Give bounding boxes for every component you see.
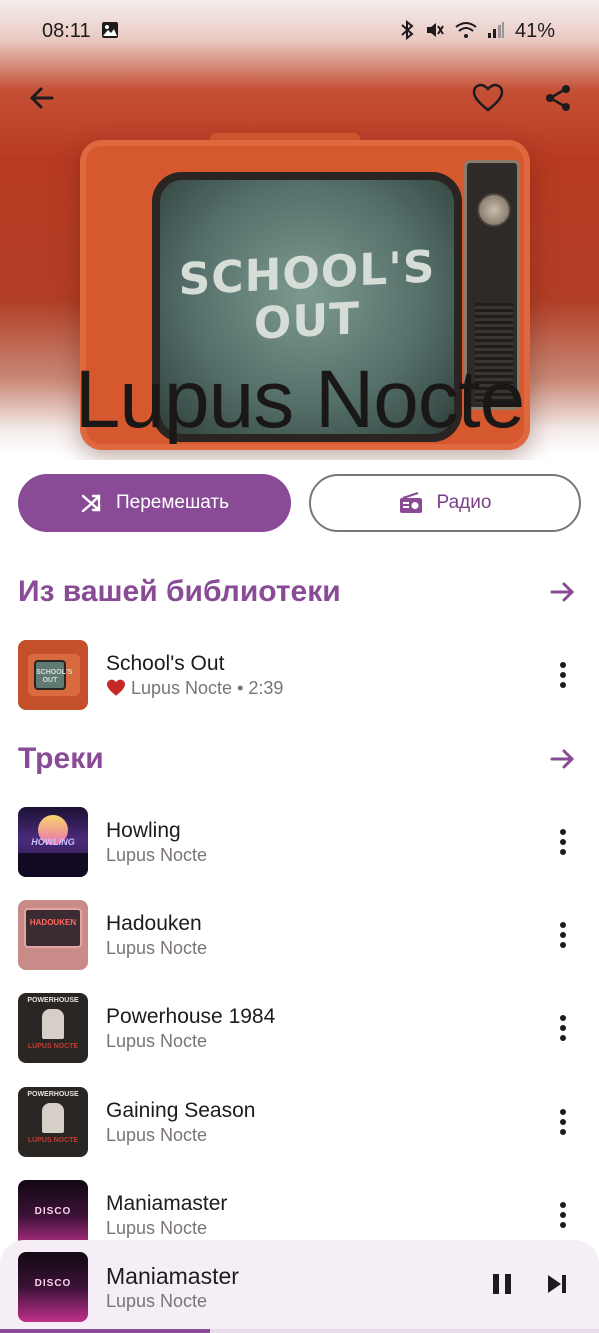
action-buttons: Перемешать Радио	[18, 474, 581, 532]
album-art: POWERHOUSE LUPUS NOCTE	[18, 993, 88, 1063]
more-options-button[interactable]	[545, 1193, 581, 1237]
now-playing-title: Maniamaster	[106, 1262, 239, 1289]
track-artist: Lupus Nocte	[106, 1125, 208, 1145]
track-artist: Lupus Nocte	[106, 938, 208, 958]
track-artist: Lupus Nocte	[106, 1031, 208, 1051]
pause-icon	[493, 1274, 511, 1294]
track-title: School's Out	[106, 652, 225, 675]
album-art: HOWLING	[18, 807, 88, 877]
album-art-text: LUPUS NOCTE	[27, 1043, 79, 1050]
arrow-right-icon	[550, 582, 575, 602]
tv-knob	[477, 193, 511, 227]
tracks-see-all-button[interactable]	[545, 741, 581, 777]
playback-progress-fill	[0, 1329, 210, 1333]
album-art: POWERHOUSE LUPUS NOCTE	[18, 1087, 88, 1157]
now-playing-artist: Lupus Nocte	[106, 1290, 208, 1311]
album-art-text: DISCO	[34, 1277, 72, 1289]
back-button[interactable]	[20, 76, 64, 120]
wifi-icon	[455, 21, 477, 42]
more-vert-icon	[560, 662, 566, 688]
shuffle-button[interactable]: Перемешать	[18, 474, 291, 532]
skip-next-icon	[548, 1275, 566, 1293]
track-title: Hadouken	[106, 912, 202, 935]
more-options-button[interactable]	[545, 653, 581, 697]
list-item[interactable]: SCHOOL'S OUT School's Out Lupus Nocte • …	[18, 640, 581, 710]
radio-button[interactable]: Радио	[309, 474, 581, 532]
more-vert-icon	[560, 1015, 566, 1041]
album-art: SCHOOL'S OUT	[18, 640, 88, 710]
heart-filled-icon	[107, 679, 125, 696]
track-title: Howling	[106, 819, 181, 842]
status-bar: 08:11 41%	[0, 0, 599, 62]
more-options-button[interactable]	[545, 820, 581, 864]
clock: 08:11	[42, 19, 91, 42]
favorite-button[interactable]	[466, 76, 510, 120]
now-playing-art: DISCO	[18, 1251, 88, 1322]
artist-name: Lupus Nocte	[74, 354, 525, 445]
album-art-text: POWERHOUSE	[27, 997, 79, 1004]
cover-text: SCHOOL'S OUT	[178, 241, 436, 350]
library-see-all-button[interactable]	[545, 574, 581, 610]
track-artist: Lupus Nocte	[106, 1218, 208, 1238]
more-options-button[interactable]	[545, 1100, 581, 1144]
track-title: Powerhouse 1984	[106, 1005, 276, 1028]
track-title: Gaining Season	[106, 1099, 256, 1122]
arrow-left-icon	[29, 87, 54, 109]
more-vert-icon	[560, 1202, 566, 1228]
tracks-section-title: Треки	[18, 742, 104, 775]
list-item[interactable]: HADOUKEN Hadouken Lupus Nocte	[18, 900, 581, 970]
radio-label: Радио	[436, 492, 492, 513]
album-art-text: POWERHOUSE	[27, 1091, 79, 1098]
album-art: HADOUKEN	[18, 900, 88, 970]
artist-header: SCHOOL'S OUT 08:11 41% Lupus Nocte	[0, 0, 599, 460]
share-button[interactable]	[536, 76, 580, 120]
more-options-button[interactable]	[545, 1006, 581, 1050]
battery-level: 41%	[514, 19, 555, 42]
library-section-header: Из вашей библиотеки	[18, 570, 581, 614]
heart-outline-icon	[472, 83, 504, 112]
track-title: Maniamaster	[106, 1192, 228, 1215]
mute-icon	[425, 20, 445, 43]
tracks-section-header: Треки	[18, 737, 581, 781]
bluetooth-icon	[399, 19, 415, 43]
more-vert-icon	[560, 829, 566, 855]
next-button[interactable]	[545, 1272, 569, 1301]
album-art-text: LUPUS NOCTE	[27, 1137, 79, 1144]
gallery-notification-icon	[101, 21, 119, 42]
library-section-title: Из вашей библиотеки	[18, 575, 341, 608]
list-item[interactable]: POWERHOUSE LUPUS NOCTE Powerhouse 1984 L…	[18, 993, 581, 1063]
track-artist: Lupus Nocte	[131, 678, 233, 698]
mini-player[interactable]: DISCO Maniamaster Lupus Nocte	[0, 1240, 599, 1333]
album-art-text: DISCO	[34, 1206, 72, 1217]
track-artist: Lupus Nocte	[106, 845, 208, 865]
arrow-right-icon	[550, 749, 575, 769]
more-vert-icon	[560, 922, 566, 948]
list-item[interactable]: HOWLING Howling Lupus Nocte	[18, 807, 581, 877]
album-art-text: HOWLING	[31, 837, 75, 847]
radio-icon	[399, 492, 422, 513]
separator-dot: •	[237, 678, 244, 698]
share-icon	[546, 85, 570, 111]
shuffle-icon	[81, 494, 101, 513]
signal-icon	[487, 21, 505, 42]
pause-button[interactable]	[491, 1272, 513, 1301]
album-art-text: HADOUKEN	[29, 918, 77, 927]
album-art-text: SCHOOL'S OUT	[36, 669, 73, 684]
more-vert-icon	[560, 1109, 566, 1135]
playback-progress-bar[interactable]	[0, 1329, 599, 1333]
track-duration: 2:39	[248, 678, 284, 698]
shuffle-label: Перемешать	[116, 492, 229, 513]
more-options-button[interactable]	[545, 913, 581, 957]
list-item[interactable]: POWERHOUSE LUPUS NOCTE Gaining Season Lu…	[18, 1087, 581, 1157]
